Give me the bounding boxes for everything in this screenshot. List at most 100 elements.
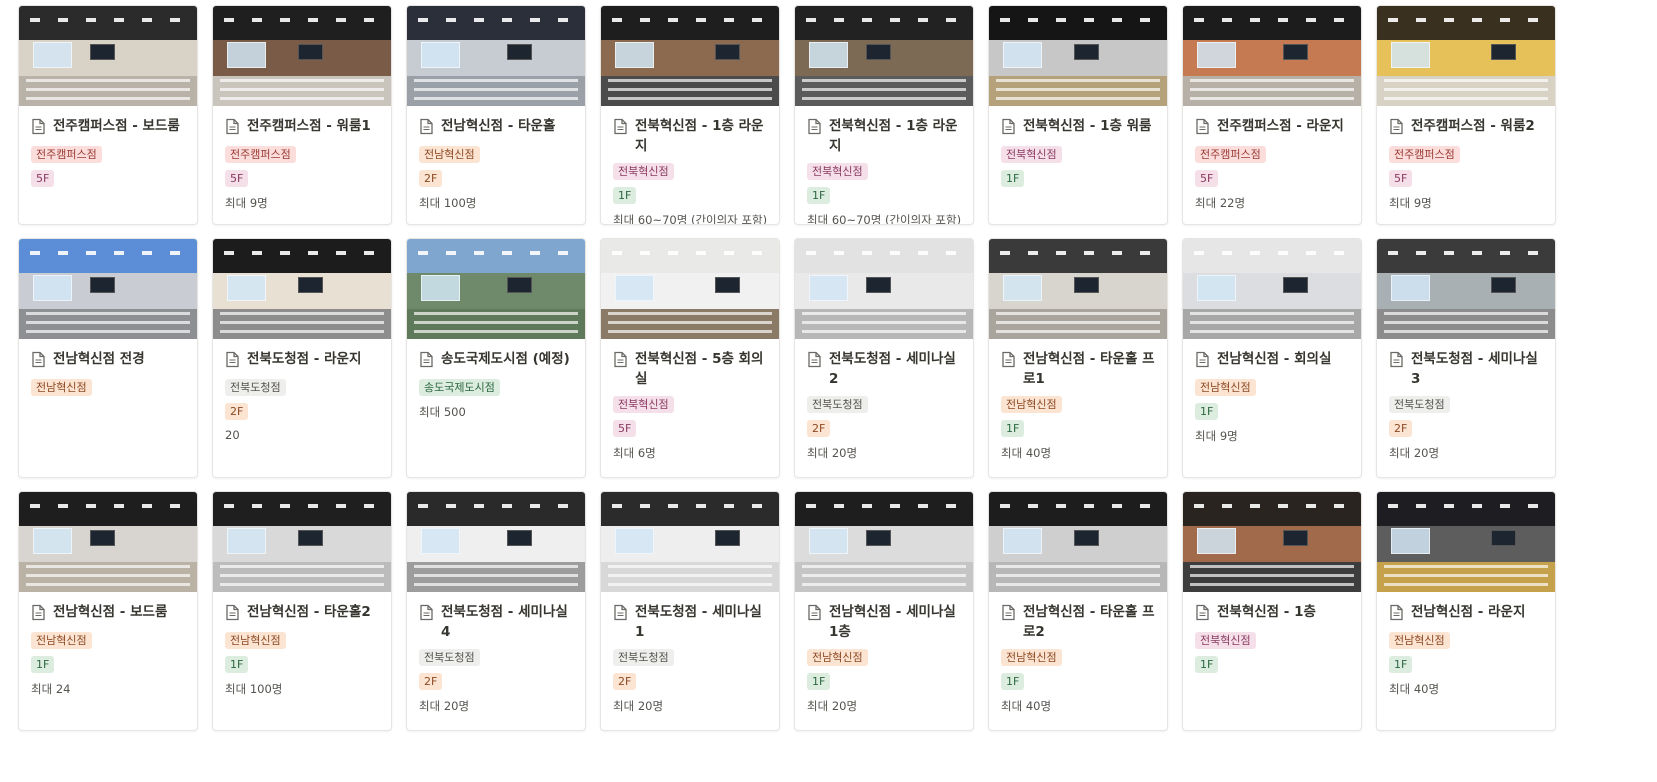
- card-title: 전북도청점 - 세미나실2: [829, 351, 956, 387]
- page-icon: [613, 118, 628, 139]
- branch-tag: 전남혁신점: [1195, 379, 1256, 396]
- card-cover-image: [1183, 492, 1361, 592]
- card-title: 전남혁신점 전경: [53, 351, 145, 367]
- branch-tag: 전남혁신점: [1001, 649, 1062, 666]
- capacity-text: 20: [225, 428, 240, 442]
- card-body: 전북도청점 - 세미나실2 전북도청점 2F 최대 20명: [795, 339, 973, 469]
- branch-tag: 전남혁신점: [807, 649, 868, 666]
- gallery-card[interactable]: 전주캠퍼스점 - 라운지전주캠퍼스점 5F 최대 22명: [1182, 5, 1362, 225]
- gallery-card[interactable]: 전주캠퍼스점 - 워룸1 전주캠퍼스점 5F 최대 9명: [212, 5, 392, 225]
- card-tags: 전남혁신점: [31, 372, 185, 396]
- card-body: 전주캠퍼스점 - 워룸1 전주캠퍼스점 5F 최대 9명: [213, 106, 391, 219]
- branch-tag: 전남혁신점: [1389, 632, 1450, 649]
- floor-tag: 1F: [1389, 656, 1413, 673]
- floor-tag: 2F: [419, 170, 443, 187]
- page-icon: [419, 118, 434, 139]
- capacity-text: 최대 9명: [1195, 429, 1238, 443]
- floor-tag: 5F: [1195, 170, 1219, 187]
- gallery-card[interactable]: 전북혁신점 - 1층 워룸 전북혁신점 1F: [988, 5, 1168, 225]
- gallery-card[interactable]: 전주캠퍼스점 - 워룸2 전주캠퍼스점 5F 최대 9명: [1376, 5, 1556, 225]
- capacity-text: 최대 500: [419, 405, 466, 419]
- card-title: 전주캠퍼스점 - 라운지: [1217, 118, 1344, 134]
- card-body: 전남혁신점 - 라운지 전남혁신점 1F 최대 40명: [1377, 592, 1555, 705]
- branch-tag: 전남혁신점: [225, 632, 286, 649]
- card-title: 전남혁신점 - 타운홀 프로2: [1023, 604, 1155, 640]
- card-cover-image: [1377, 6, 1555, 106]
- branch-tag: 송도국제도시점: [419, 379, 500, 396]
- gallery-card[interactable]: 전북도청점 - 세미나실1 전북도청점 2F 최대 20명: [600, 491, 780, 731]
- branch-tag: 전남혁신점: [419, 146, 480, 163]
- card-body: 전남혁신점 - 타운홀 프로1 전남혁신점 1F 최대 40명: [989, 339, 1167, 469]
- branch-tag: 전북혁신점: [807, 163, 868, 180]
- card-tags: 전북도청점 2F: [225, 372, 379, 420]
- floor-tag: 5F: [1389, 170, 1413, 187]
- gallery-card[interactable]: 전남혁신점 - 회의실 전남혁신점 1F 최대 9명: [1182, 238, 1362, 478]
- gallery-card[interactable]: 전남혁신점 - 타운홀2 전남혁신점 1F 최대 100명: [212, 491, 392, 731]
- page-icon: [225, 604, 240, 625]
- gallery-card[interactable]: 전남혁신점 - 타운홀 전남혁신점 2F 최대 100명: [406, 5, 586, 225]
- capacity-text: 최대 100명: [225, 682, 283, 696]
- gallery-card[interactable]: 전북혁신점 - 1층 라운지 전북혁신점 1F 최대 60~70명 (간이의자 포함): [794, 5, 974, 225]
- capacity-text: 최대 20명: [1389, 446, 1440, 460]
- page-icon: [419, 351, 434, 372]
- card-body: 전북혁신점 - 1층 전북혁신점 1F: [1183, 592, 1361, 681]
- card-cover-image: [989, 492, 1167, 592]
- capacity-text: 최대 20명: [807, 699, 858, 713]
- page-icon: [613, 604, 628, 625]
- page-icon: [807, 118, 822, 139]
- card-cover-image: [213, 492, 391, 592]
- card-cover-image: [1377, 492, 1555, 592]
- gallery-card[interactable]: 전남혁신점 - 타운홀 프로2 전남혁신점 1F 최대 40명: [988, 491, 1168, 731]
- card-title: 전남혁신점 - 세미나실 1층: [829, 604, 956, 640]
- gallery-card[interactable]: 전북도청점 - 세미나실3 전북도청점 2F 최대 20명: [1376, 238, 1556, 478]
- floor-tag: 1F: [1195, 656, 1219, 673]
- gallery-card[interactable]: 전북혁신점 - 1층 라운지 전북혁신점 1F 최대 60~70명 (간이의자 포함): [600, 5, 780, 225]
- card-title: 전남혁신점 - 타운홀: [441, 118, 556, 134]
- card-title: 전북혁신점 - 1층 워룸: [1023, 118, 1152, 134]
- floor-tag: 1F: [1001, 420, 1025, 437]
- card-tags: 전주캠퍼스점 5F: [1195, 139, 1349, 187]
- page-icon: [807, 351, 822, 372]
- page-icon: [1001, 604, 1016, 625]
- card-tags: 전남혁신점 1F: [225, 625, 379, 673]
- card-body: 전남혁신점 - 세미나실 1층 전남혁신점 1F 최대 20명: [795, 592, 973, 722]
- branch-tag: 전북도청점: [807, 396, 868, 413]
- gallery-card[interactable]: 전주캠퍼스점 - 보드룸전주캠퍼스점 5F: [18, 5, 198, 225]
- card-cover-image: [407, 492, 585, 592]
- floor-tag: 2F: [613, 673, 637, 690]
- gallery-card[interactable]: 전북도청점 - 세미나실4 전북도청점 2F 최대 20명: [406, 491, 586, 731]
- gallery-card[interactable]: 송도국제도시점 (예정) 송도국제도시점 최대 500: [406, 238, 586, 478]
- card-tags: 전주캠퍼스점 5F: [225, 139, 379, 187]
- card-tags: 전남혁신점 1F: [1195, 372, 1349, 420]
- page-icon: [1195, 118, 1210, 139]
- card-cover-image: [1183, 239, 1361, 339]
- gallery-card[interactable]: 전북혁신점 - 5층 회의실 전북혁신점 5F 최대 6명: [600, 238, 780, 478]
- branch-tag: 전주캠퍼스점: [31, 146, 102, 163]
- floor-tag: 2F: [1389, 420, 1413, 437]
- floor-tag: 5F: [31, 170, 55, 187]
- card-tags: 전주캠퍼스점 5F: [1389, 139, 1543, 187]
- capacity-text: 최대 20명: [807, 446, 858, 460]
- gallery-card[interactable]: 전남혁신점 전경전남혁신점: [18, 238, 198, 478]
- card-body: 전북혁신점 - 1층 워룸 전북혁신점 1F: [989, 106, 1167, 195]
- card-tags: 전북도청점 2F: [613, 642, 767, 690]
- card-cover-image: [1377, 239, 1555, 339]
- gallery-card[interactable]: 전남혁신점 - 라운지 전남혁신점 1F 최대 40명: [1376, 491, 1556, 731]
- card-body: 송도국제도시점 (예정) 송도국제도시점 최대 500: [407, 339, 585, 428]
- card-body: 전주캠퍼스점 - 라운지전주캠퍼스점 5F 최대 22명: [1183, 106, 1361, 219]
- gallery-card[interactable]: 전북도청점 - 세미나실2 전북도청점 2F 최대 20명: [794, 238, 974, 478]
- card-body: 전북혁신점 - 1층 라운지 전북혁신점 1F 최대 60~70명 (간이의자 포함): [795, 106, 973, 224]
- capacity-text: 최대 22명: [1195, 196, 1246, 210]
- gallery-card[interactable]: 전남혁신점 - 세미나실 1층 전남혁신점 1F 최대 20명: [794, 491, 974, 731]
- page-icon: [1389, 604, 1404, 625]
- gallery-card[interactable]: 전북혁신점 - 1층 전북혁신점 1F: [1182, 491, 1362, 731]
- card-title: 전북도청점 - 세미나실4: [441, 604, 568, 640]
- gallery-card[interactable]: 전남혁신점 - 타운홀 프로1 전남혁신점 1F 최대 40명: [988, 238, 1168, 478]
- card-title: 전주캠퍼스점 - 보드룸: [53, 118, 180, 134]
- card-cover-image: [1183, 6, 1361, 106]
- card-title: 전주캠퍼스점 - 워룸2: [1411, 118, 1535, 134]
- page-icon: [1001, 118, 1016, 139]
- floor-tag: 2F: [807, 420, 831, 437]
- gallery-card[interactable]: 전남혁신점 - 보드룸 전남혁신점 1F 최대 24: [18, 491, 198, 731]
- gallery-card[interactable]: 전북도청점 - 라운지 전북도청점 2F 20: [212, 238, 392, 478]
